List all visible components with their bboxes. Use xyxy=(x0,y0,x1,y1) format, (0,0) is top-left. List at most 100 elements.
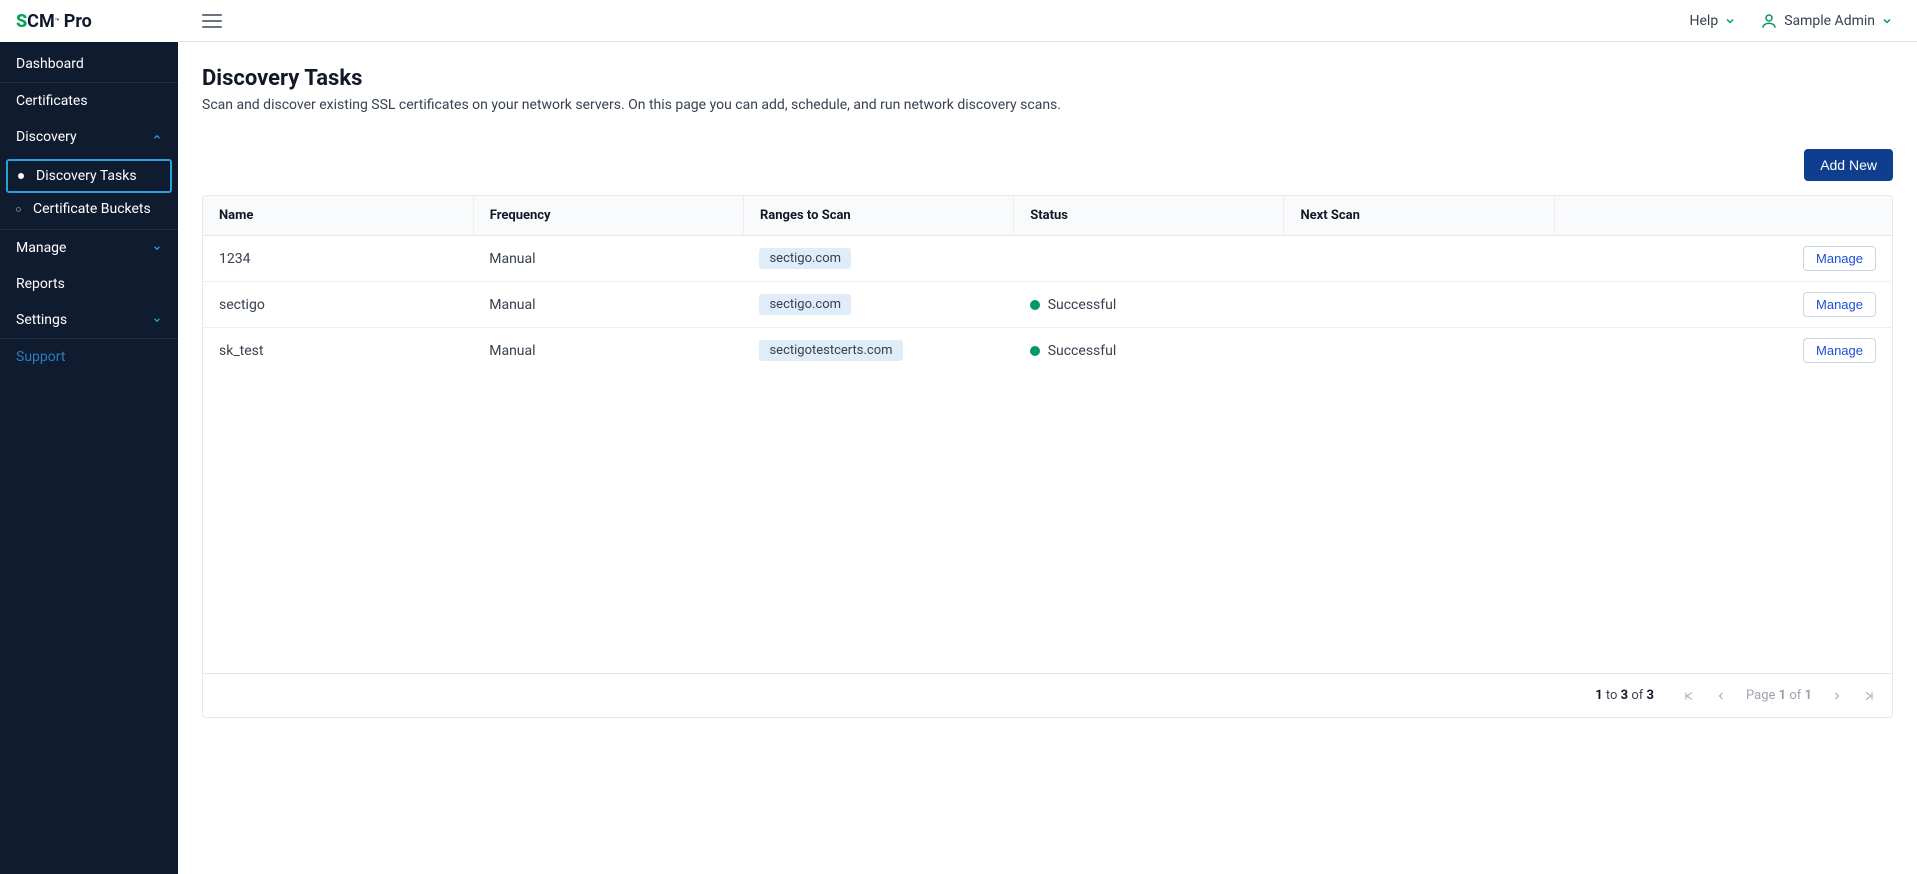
column-header-next-scan[interactable]: Next Scan xyxy=(1284,196,1554,236)
page-actions: Add New xyxy=(202,149,1893,181)
range-tag: sectigo.com xyxy=(759,248,851,269)
range-tag: sectigotestcerts.com xyxy=(759,340,902,361)
sidebar-item-label: Manage xyxy=(16,240,66,256)
pagination-to: 3 xyxy=(1621,688,1628,703)
pagination-page-word: Page xyxy=(1746,688,1775,703)
pagination-controls: Page 1 of 1 xyxy=(1682,688,1876,703)
sidebar-sub-item-certificate-buckets[interactable]: Certificate Buckets xyxy=(0,193,178,225)
logo-suffix: Pro xyxy=(64,11,92,32)
cell-frequency: Manual xyxy=(473,282,743,328)
content-area: Discovery Tasks Scan and discover existi… xyxy=(178,42,1917,874)
pagination-first-icon[interactable] xyxy=(1682,689,1696,703)
status-text: Successful xyxy=(1048,297,1117,313)
sidebar-item-support[interactable]: Support xyxy=(0,338,178,375)
sidebar-item-label: Reports xyxy=(16,276,65,292)
bullet-icon xyxy=(16,207,21,212)
sidebar-sub-item-discovery-tasks[interactable]: Discovery Tasks xyxy=(6,159,172,193)
sidebar-sub-label: Discovery Tasks xyxy=(36,168,137,184)
cell-ranges: sectigotestcerts.com xyxy=(743,328,1013,374)
brand-logo: SCM™ Pro xyxy=(0,0,178,42)
sidebar-item-reports[interactable]: Reports xyxy=(0,266,178,302)
logo-tm: ™ xyxy=(55,17,60,26)
sidebar-item-manage[interactable]: Manage xyxy=(0,229,178,266)
manage-button[interactable]: Manage xyxy=(1803,292,1876,317)
help-menu[interactable]: Help xyxy=(1690,13,1737,29)
user-icon xyxy=(1760,12,1778,30)
add-new-button[interactable]: Add New xyxy=(1804,149,1893,181)
column-header-status[interactable]: Status xyxy=(1014,196,1284,236)
manage-button[interactable]: Manage xyxy=(1803,246,1876,271)
cell-status: Successful xyxy=(1014,328,1284,374)
column-header-ranges[interactable]: Ranges to Scan xyxy=(743,196,1013,236)
cell-actions: Manage xyxy=(1554,328,1892,374)
cell-name: sectigo xyxy=(203,282,473,328)
pagination-last-icon[interactable] xyxy=(1862,689,1876,703)
cell-status: Successful xyxy=(1014,282,1284,328)
table-header-row: Name Frequency Ranges to Scan Status Nex… xyxy=(203,196,1892,236)
username-label: Sample Admin xyxy=(1784,13,1875,29)
pagination-page-current: 1 xyxy=(1779,688,1786,703)
bullet-icon xyxy=(18,173,24,179)
cell-ranges: sectigo.com xyxy=(743,282,1013,328)
sidebar-sub-discovery: Discovery Tasks Certificate Buckets xyxy=(0,155,178,229)
sidebar-item-label: Settings xyxy=(16,312,67,328)
cell-name: sk_test xyxy=(203,328,473,374)
pagination-from: 1 xyxy=(1595,688,1602,703)
table-row: sk_testManual sectigotestcerts.com Success… xyxy=(203,328,1892,374)
logo-prefix: S xyxy=(16,11,27,32)
pagination-range: 1 to 3 of 3 xyxy=(1595,688,1654,703)
page-title: Discovery Tasks xyxy=(202,66,1893,91)
table-row: sectigoManual sectigo.com Successful Manage xyxy=(203,282,1892,328)
pagination-page-of-word: of xyxy=(1789,688,1801,703)
cell-name: 1234 xyxy=(203,236,473,282)
range-tag: sectigo.com xyxy=(759,294,851,315)
chevron-down-icon xyxy=(152,315,162,325)
sidebar-item-label: Dashboard xyxy=(16,56,84,72)
status-dot-icon xyxy=(1030,346,1040,356)
sidebar-sub-label: Certificate Buckets xyxy=(33,201,151,217)
sidebar-item-label: Discovery xyxy=(16,129,77,145)
topbar-right: Help Sample Admin xyxy=(1690,12,1894,30)
main-area: Help Sample Admin Discovery Tasks Scan a… xyxy=(178,0,1917,874)
cell-actions: Manage xyxy=(1554,282,1892,328)
help-label: Help xyxy=(1690,13,1719,29)
topbar: Help Sample Admin xyxy=(178,0,1917,42)
pagination-next-icon[interactable] xyxy=(1830,689,1844,703)
cell-actions: Manage xyxy=(1554,236,1892,282)
pagination-page-total: 1 xyxy=(1805,688,1812,703)
pagination-page-text: Page 1 of 1 xyxy=(1746,688,1812,703)
discovery-tasks-table: Name Frequency Ranges to Scan Status Nex… xyxy=(202,195,1893,718)
cell-next-scan xyxy=(1284,282,1554,328)
hamburger-menu-icon[interactable] xyxy=(202,14,222,28)
chevron-down-icon xyxy=(152,243,162,253)
pagination-to-word: to xyxy=(1606,688,1618,703)
chevron-up-icon xyxy=(152,132,162,142)
pagination-prev-icon[interactable] xyxy=(1714,689,1728,703)
pagination-of-word: of xyxy=(1631,688,1643,703)
sidebar-item-dashboard[interactable]: Dashboard xyxy=(0,46,178,82)
sidebar-item-discovery[interactable]: Discovery xyxy=(0,119,178,155)
chevron-down-icon xyxy=(1724,15,1736,27)
cell-next-scan xyxy=(1284,236,1554,282)
manage-button[interactable]: Manage xyxy=(1803,338,1876,363)
status-text: Successful xyxy=(1048,343,1117,359)
chevron-down-icon xyxy=(1881,15,1893,27)
column-header-name[interactable]: Name xyxy=(203,196,473,236)
table-empty-space xyxy=(203,373,1892,673)
column-header-actions xyxy=(1554,196,1892,236)
user-menu[interactable]: Sample Admin xyxy=(1760,12,1893,30)
pagination-total: 3 xyxy=(1647,688,1654,703)
sidebar-item-certificates[interactable]: Certificates xyxy=(0,82,178,119)
page-description: Scan and discover existing SSL certifica… xyxy=(202,97,1893,113)
logo-name: CM xyxy=(27,11,55,32)
column-header-frequency[interactable]: Frequency xyxy=(473,196,743,236)
sidebar-item-label: Support xyxy=(16,349,65,365)
cell-ranges: sectigo.com xyxy=(743,236,1013,282)
cell-next-scan xyxy=(1284,328,1554,374)
sidebar: SCM™ Pro Dashboard Certificates Discovery… xyxy=(0,0,178,874)
sidebar-nav: Dashboard Certificates Discovery Discove… xyxy=(0,42,178,874)
table-row: 1234Manualsectigo.comManage xyxy=(203,236,1892,282)
status-dot-icon xyxy=(1030,300,1040,310)
cell-frequency: Manual xyxy=(473,328,743,374)
sidebar-item-settings[interactable]: Settings xyxy=(0,302,178,338)
